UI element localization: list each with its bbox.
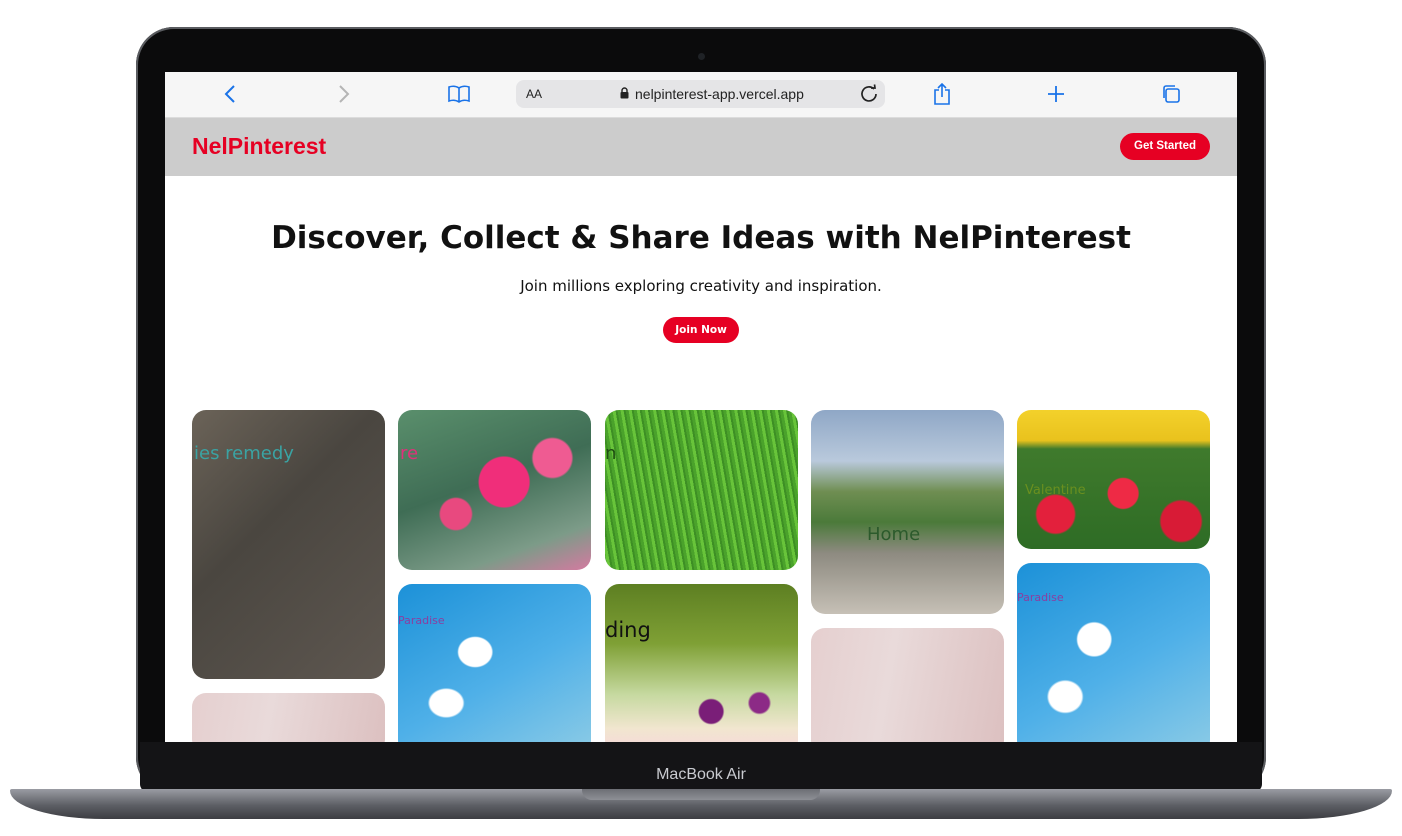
pin-card[interactable]: re: [398, 410, 591, 570]
bookmarks-icon[interactable]: [448, 83, 470, 105]
app-header: NelPinterest Get Started: [165, 118, 1237, 176]
lock-icon: [620, 86, 629, 102]
laptop-notch: [582, 789, 820, 800]
pin-caption: re: [400, 443, 419, 464]
pin-card[interactable]: Paradise: [1017, 563, 1210, 742]
pin-card[interactable]: ies remedy: [192, 410, 385, 679]
join-now-button[interactable]: Join Now: [663, 317, 739, 343]
reload-icon[interactable]: [858, 83, 880, 109]
pin-caption: Paradise: [1017, 591, 1064, 604]
pin-caption: ding: [605, 618, 651, 642]
url-display[interactable]: nelpinterest-app.vercel.app: [620, 86, 804, 102]
pin-caption: n: [605, 443, 617, 464]
pin-caption: Paradise: [398, 614, 445, 627]
pin-caption: ies remedy: [194, 443, 294, 464]
forward-icon[interactable]: [333, 83, 355, 105]
pin-card[interactable]: Home: [811, 410, 1004, 614]
logo[interactable]: NelPinterest: [192, 133, 326, 160]
pin-caption: Valentine: [1025, 483, 1086, 498]
pin-card[interactable]: [811, 628, 1004, 742]
pin-card[interactable]: Valentine: [1017, 410, 1210, 549]
pin-card[interactable]: ding: [605, 584, 798, 742]
pin-card[interactable]: [192, 693, 385, 742]
pin-caption: Home: [867, 524, 921, 545]
tabs-icon[interactable]: [1160, 83, 1182, 105]
browser-screen: AA nelpinterest-app.vercel.app NelPinter…: [165, 72, 1237, 742]
text-size-button[interactable]: AA: [526, 87, 542, 101]
pin-card[interactable]: Paradise: [398, 584, 591, 742]
address-bar[interactable]: AA nelpinterest-app.vercel.app: [516, 80, 885, 108]
back-icon[interactable]: [219, 83, 241, 105]
new-tab-icon[interactable]: [1045, 83, 1067, 105]
camera: [698, 53, 705, 60]
hero-subtitle: Join millions exploring creativity and i…: [520, 277, 882, 295]
device-label: MacBook Air: [656, 766, 746, 783]
pin-card[interactable]: n: [605, 410, 798, 570]
laptop-hinge: MacBook Air: [140, 742, 1262, 792]
safari-toolbar: AA nelpinterest-app.vercel.app: [165, 72, 1237, 118]
get-started-button[interactable]: Get Started: [1120, 133, 1210, 160]
hero-title: Discover, Collect & Share Ideas with Nel…: [271, 220, 1131, 256]
share-icon[interactable]: [931, 83, 953, 105]
url-text: nelpinterest-app.vercel.app: [635, 86, 804, 102]
